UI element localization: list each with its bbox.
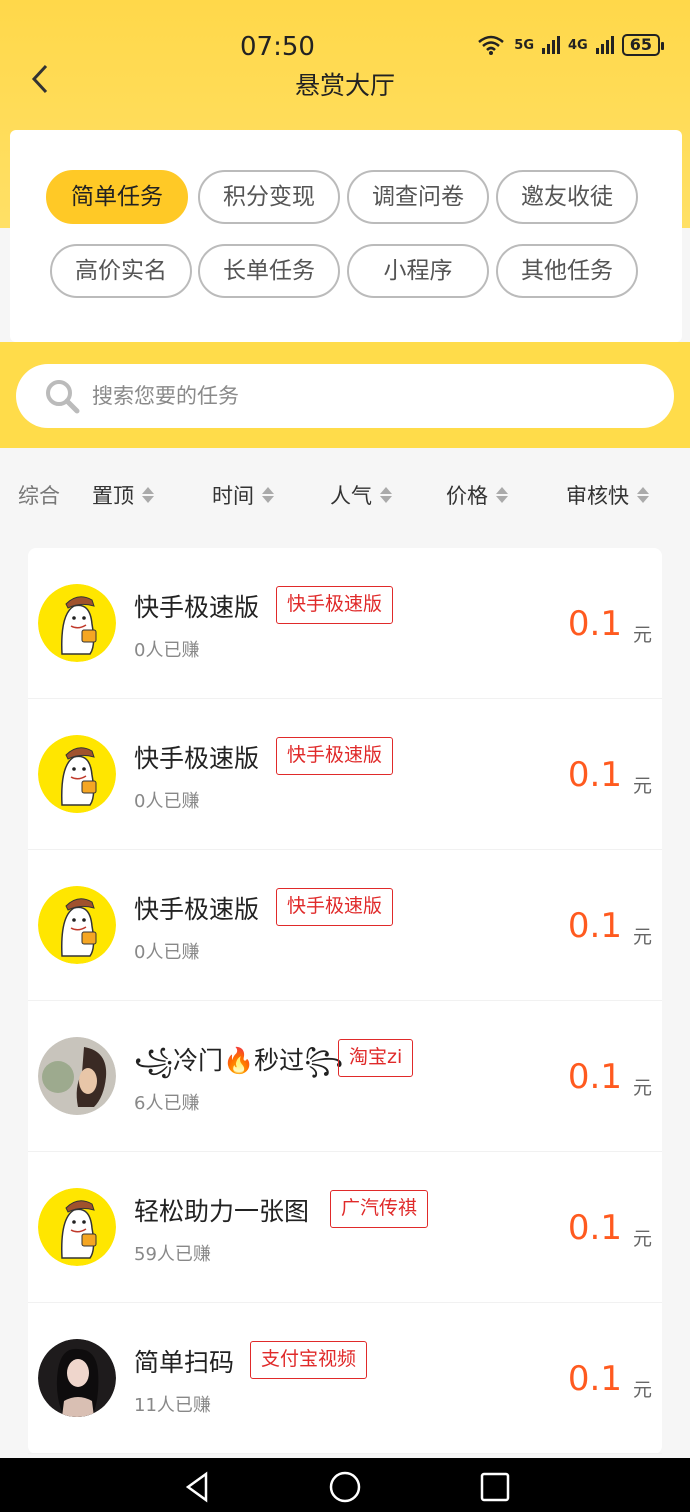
battery-icon: 65	[621, 34, 665, 56]
price-unit: 元	[632, 624, 652, 646]
task-tag: 快手极速版	[276, 737, 394, 775]
task-tag: 快手极速版	[276, 888, 394, 926]
sort-bar: 综合 置顶 时间 人气 价格 审核快	[0, 470, 690, 526]
task-row[interactable]: 轻松助力一张图 广汽传祺 59人已赚 0.1 元	[28, 1152, 662, 1303]
category-chip-highprice[interactable]: 高价实名	[50, 244, 192, 298]
earned-count: 0人已赚	[134, 942, 200, 963]
task-name: 快手极速版	[134, 895, 260, 924]
sort-time[interactable]: 时间	[212, 480, 274, 510]
earned-count: 0人已赚	[134, 791, 200, 812]
sort-arrows-icon	[496, 487, 508, 503]
earned-count: 0人已赚	[134, 640, 200, 661]
category-chip-longterm[interactable]: 长单任务	[198, 244, 340, 298]
task-row[interactable]: 快手极速版 快手极速版 0人已赚 0.1 元	[28, 850, 662, 1001]
task-row[interactable]: 快手极速版 快手极速版 0人已赚 0.1 元	[28, 548, 662, 699]
system-nav-bar	[0, 1458, 690, 1512]
search-band	[0, 342, 690, 448]
earned-count: 59人已赚	[134, 1244, 211, 1265]
price-unit: 元	[632, 1077, 652, 1099]
nav-recents-icon[interactable]	[478, 1470, 512, 1504]
sort-arrows-icon	[262, 487, 274, 503]
sim2-label: 4G	[568, 37, 588, 53]
sort-popularity[interactable]: 人气	[330, 480, 392, 510]
avatar	[38, 584, 116, 662]
category-chip-survey[interactable]: 调查问卷	[347, 170, 489, 224]
task-price: 0.1	[567, 604, 622, 644]
sort-arrows-icon	[637, 487, 649, 503]
sort-review-speed[interactable]: 审核快	[566, 480, 649, 510]
search-icon	[46, 380, 80, 414]
category-chip-other[interactable]: 其他任务	[496, 244, 638, 298]
avatar	[38, 886, 116, 964]
task-price: 0.1	[567, 1359, 622, 1399]
task-row[interactable]: 快手极速版 快手极速版 0人已赚 0.1 元	[28, 699, 662, 850]
category-chip-invite[interactable]: 邀友收徒	[496, 170, 638, 224]
sort-price[interactable]: 价格	[446, 480, 508, 510]
sort-comprehensive[interactable]: 综合	[18, 480, 60, 510]
avatar	[38, 1188, 116, 1266]
task-list: 快手极速版 快手极速版 0人已赚 0.1 元快手极速版 快手极速版 0人已赚 0.1 元快手极速…	[28, 548, 662, 1454]
sort-arrows-icon	[142, 487, 154, 503]
task-price: 0.1	[567, 1057, 622, 1097]
nav-home-icon[interactable]	[328, 1470, 362, 1504]
sim1-label: 5G	[514, 37, 535, 53]
search-input[interactable]	[92, 376, 652, 416]
price-unit: 元	[632, 926, 652, 948]
task-name: 快手极速版	[134, 593, 260, 622]
category-chip-points[interactable]: 积分变现	[198, 170, 340, 224]
task-price: 0.1	[567, 1208, 622, 1248]
price-unit: 元	[632, 775, 652, 797]
task-name: 快手极速版	[134, 744, 260, 773]
category-panel: 简单任务 积分变现 调查问卷 邀友收徒 高价实名 长单任务 小程序 其他任务	[10, 130, 682, 342]
task-name: 简单扫码	[134, 1348, 235, 1377]
earned-count: 6人已赚	[134, 1093, 200, 1114]
nav-back-icon[interactable]	[180, 1470, 214, 1504]
signal-icon	[595, 36, 614, 54]
task-tag: 快手极速版	[276, 586, 394, 624]
price-unit: 元	[632, 1228, 652, 1250]
sort-pinned[interactable]: 置顶	[92, 480, 154, 510]
task-name: 轻松助力一张图	[134, 1197, 310, 1226]
avatar	[38, 735, 116, 813]
task-tag: 淘宝zi	[338, 1039, 414, 1077]
task-row[interactable]: 简单扫码 支付宝视频 11人已赚 0.1 元	[28, 1303, 662, 1454]
task-tag: 广汽传祺	[330, 1190, 429, 1228]
sort-arrows-icon	[380, 487, 392, 503]
avatar	[38, 1037, 116, 1115]
task-row[interactable]: ꧁冷门🔥秒过꧂ 淘宝zi 6人已赚 0.1 元	[28, 1001, 662, 1152]
search-bar[interactable]	[16, 364, 674, 428]
task-price: 0.1	[567, 755, 622, 795]
page-title: 悬赏大厅	[294, 71, 395, 100]
earned-count: 11人已赚	[134, 1395, 211, 1416]
status-time: 07:50	[240, 32, 315, 62]
signal-icon	[542, 36, 561, 54]
category-chip-simple[interactable]: 简单任务	[46, 170, 188, 224]
task-price: 0.1	[567, 906, 622, 946]
category-chip-miniprogram[interactable]: 小程序	[347, 244, 489, 298]
wifi-icon	[478, 35, 505, 55]
task-name: ꧁冷门🔥秒过꧂	[134, 1046, 344, 1075]
task-tag: 支付宝视频	[250, 1341, 368, 1379]
avatar	[38, 1339, 116, 1417]
app-header: 悬赏大厅	[0, 62, 690, 102]
price-unit: 元	[632, 1379, 652, 1401]
